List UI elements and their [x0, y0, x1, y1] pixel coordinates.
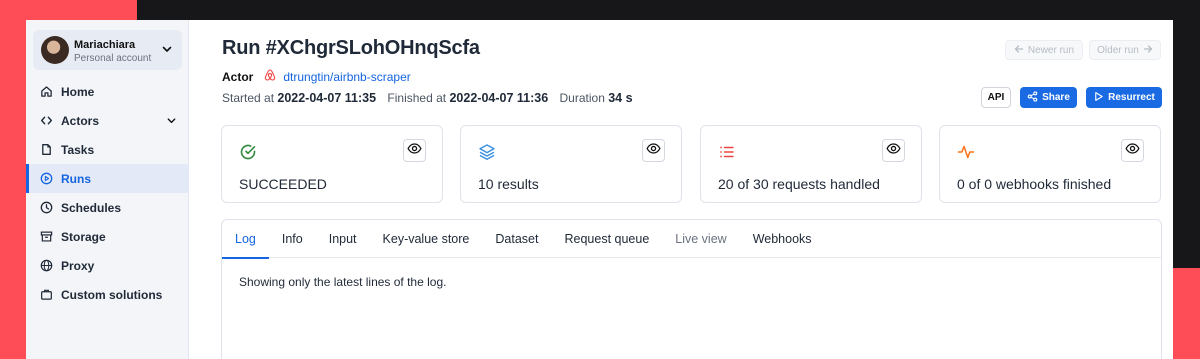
view-webhooks-button[interactable]: [1121, 139, 1144, 162]
code-icon: [40, 114, 53, 127]
arrow-right-icon: [1143, 44, 1153, 57]
home-icon: [40, 85, 53, 98]
eye-icon: [646, 141, 661, 161]
newer-run-label: Newer run: [1027, 44, 1075, 56]
sidebar-item-proxy[interactable]: Proxy: [26, 251, 189, 280]
play-icon: [1093, 91, 1104, 105]
briefcase-icon: [40, 288, 53, 301]
duration-value: 34 s: [608, 91, 633, 105]
tab-input[interactable]: Input: [316, 220, 370, 258]
view-requests-button[interactable]: [882, 139, 905, 162]
eye-icon: [886, 141, 901, 161]
resurrect-label: Resurrect: [1108, 92, 1155, 103]
tab-info[interactable]: Info: [269, 220, 316, 258]
sidebar-nav: Home Actors Tasks Runs Schedules Storage…: [26, 77, 189, 309]
status-text: SUCCEEDED: [239, 176, 327, 192]
share-label: Share: [1042, 92, 1070, 103]
log-message: Showing only the latest lines of the log…: [239, 275, 447, 289]
account-name: Mariachiara: [74, 39, 136, 51]
requests-text: 20 of 30 requests handled: [718, 176, 880, 192]
main-content: Run #XChgrSLohOHnqScfa Actor dtrungtin/a…: [189, 20, 1173, 359]
results-text: 10 results: [478, 176, 539, 192]
arrow-left-icon: [1014, 44, 1024, 57]
sidebar-item-custom-solutions[interactable]: Custom solutions: [26, 280, 189, 309]
avatar: [41, 36, 69, 64]
webhooks-text: 0 of 0 webhooks finished: [957, 176, 1112, 192]
started-value: 2022-04-07 11:35: [277, 91, 377, 105]
globe-icon: [40, 259, 53, 272]
eye-icon: [1125, 141, 1140, 161]
actor-label: Actor: [222, 69, 254, 84]
clock-icon: [40, 201, 53, 214]
airbnb-logo-icon: [263, 68, 277, 85]
tab-bar: Log Info Input Key-value store Dataset R…: [222, 220, 1161, 259]
chevron-down-icon: [166, 115, 177, 129]
tab-key-value-store[interactable]: Key-value store: [370, 220, 483, 258]
view-status-button[interactable]: [403, 139, 426, 162]
list-icon: [718, 143, 736, 166]
account-switcher[interactable]: Mariachiara Personal account: [33, 30, 182, 70]
started-label: Started at: [222, 91, 275, 105]
page-title: Run #XChgrSLohOHnqScfa: [222, 37, 480, 59]
tab-live-view[interactable]: Live view: [662, 220, 739, 258]
actor-row: Actor dtrungtin/airbnb-scraper: [222, 68, 411, 85]
sidebar-item-label: Runs: [61, 171, 91, 186]
tab-log[interactable]: Log: [222, 220, 269, 259]
finished-value: 2022-04-07 11:36: [449, 91, 549, 105]
sidebar-item-label: Actors: [61, 113, 100, 128]
resurrect-button[interactable]: Resurrect: [1086, 87, 1162, 108]
sidebar-item-label: Custom solutions: [61, 287, 163, 302]
actor-link[interactable]: dtrungtin/airbnb-scraper: [283, 70, 410, 84]
tab-dataset[interactable]: Dataset: [482, 220, 551, 258]
archive-icon: [40, 230, 53, 243]
requests-card: 20 of 30 requests handled: [700, 125, 922, 203]
api-button[interactable]: API: [981, 87, 1011, 108]
run-details-panel: Log Info Input Key-value store Dataset R…: [221, 219, 1162, 359]
sidebar-item-home[interactable]: Home: [26, 77, 189, 106]
sidebar-item-storage[interactable]: Storage: [26, 222, 189, 251]
finished-label: Finished at: [387, 91, 447, 105]
check-circle-icon: [239, 143, 257, 166]
view-results-button[interactable]: [642, 139, 665, 162]
results-card: 10 results: [460, 125, 682, 203]
sidebar-item-label: Schedules: [61, 200, 122, 215]
tab-request-queue[interactable]: Request queue: [551, 220, 662, 258]
chevron-down-icon: [161, 42, 173, 60]
sidebar-item-label: Proxy: [61, 258, 95, 273]
eye-icon: [407, 141, 422, 161]
play-circle-icon: [40, 172, 53, 185]
run-meta: Started at 2022-04-07 11:35 Finished at …: [222, 91, 633, 105]
duration-label: Duration: [559, 91, 605, 105]
sidebar-item-label: Storage: [61, 229, 106, 244]
status-card: SUCCEEDED: [221, 125, 443, 203]
webhooks-card: 0 of 0 webhooks finished: [939, 125, 1161, 203]
api-label: API: [987, 92, 1005, 103]
sidebar-item-actors[interactable]: Actors: [26, 106, 189, 135]
older-run-button[interactable]: Older run: [1089, 40, 1161, 60]
share-icon: [1027, 90, 1038, 105]
sidebar-item-schedules[interactable]: Schedules: [26, 193, 189, 222]
sidebar-item-tasks[interactable]: Tasks: [26, 135, 189, 164]
sidebar-item-label: Home: [61, 84, 95, 99]
older-run-label: Older run: [1097, 44, 1139, 56]
file-icon: [40, 143, 53, 156]
newer-run-button[interactable]: Newer run: [1005, 40, 1083, 60]
sidebar: Mariachiara Personal account Home Actors: [26, 20, 189, 359]
sidebar-item-label: Tasks: [61, 142, 95, 157]
account-type: Personal account: [74, 53, 152, 64]
share-button[interactable]: Share: [1020, 87, 1077, 108]
layers-icon: [478, 143, 496, 166]
app-window: Mariachiara Personal account Home Actors: [26, 20, 1173, 359]
sidebar-item-runs[interactable]: Runs: [26, 164, 189, 193]
tab-webhooks[interactable]: Webhooks: [740, 220, 825, 258]
activity-icon: [957, 143, 975, 166]
